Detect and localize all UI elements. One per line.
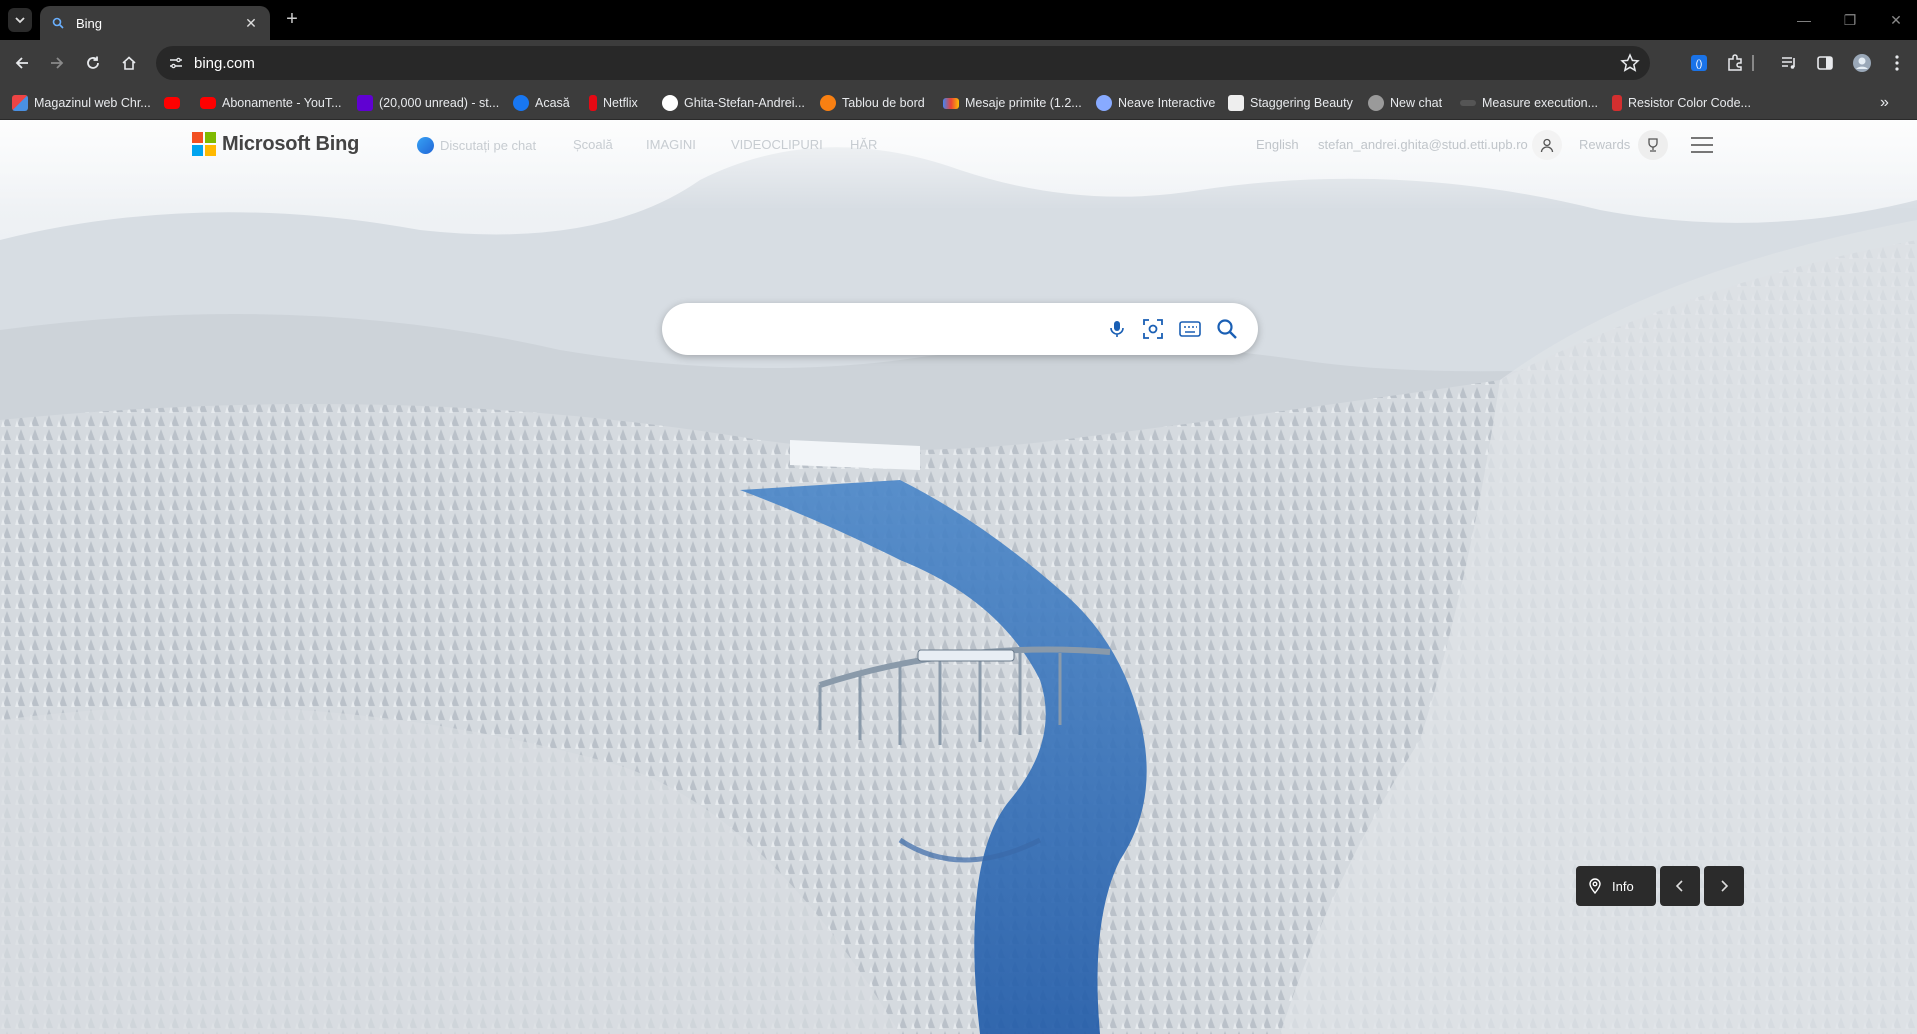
media-controls-icon[interactable] [1778, 52, 1800, 74]
browser-toolbar: bing.com () [0, 40, 1917, 86]
bookmark-item[interactable] [164, 94, 186, 112]
search-icon [50, 15, 66, 31]
bookmark-item[interactable]: Tablou de bord [820, 94, 925, 112]
nav-school[interactable]: Școală [573, 137, 613, 152]
bookmark-item[interactable]: New chat [1368, 94, 1442, 112]
extension-translate-icon[interactable]: () [1688, 52, 1710, 74]
github-icon [662, 95, 678, 111]
tab-strip: Bing ✕ + — ❐ ✕ [0, 0, 1917, 40]
tab-title: Bing [76, 15, 103, 31]
bookmark-item[interactable]: Netflix [589, 94, 638, 112]
location-pin-icon [1589, 878, 1601, 894]
reload-button[interactable] [81, 51, 105, 75]
chrome-web-store-icon [12, 95, 28, 111]
browser-menu-icon[interactable] [1886, 52, 1908, 74]
reload-icon [87, 56, 99, 69]
chevron-down-icon [15, 17, 25, 24]
arrow-right-icon [51, 57, 64, 69]
close-window-button[interactable]: ✕ [1876, 8, 1916, 32]
forward-button[interactable] [45, 51, 69, 75]
netflix-icon [589, 95, 597, 111]
bookmark-item[interactable]: Magazinul web Chr... [12, 94, 151, 112]
microphone-icon[interactable] [1104, 316, 1130, 342]
bookmarks-bar: Magazinul web Chr... Abonamente - YouT..… [0, 86, 1917, 120]
hamburger-menu-icon[interactable] [1691, 137, 1713, 153]
minimize-button[interactable]: — [1784, 8, 1824, 32]
logo-text: Microsoft Bing [222, 132, 360, 155]
nav-images[interactable]: IMAGINI [646, 137, 696, 152]
bookmark-item[interactable]: Staggering Beauty [1228, 94, 1353, 112]
staggering-beauty-icon [1228, 95, 1244, 111]
search-input[interactable] [684, 315, 1084, 343]
chevron-left-icon [1675, 880, 1683, 892]
profile-avatar[interactable] [1851, 52, 1873, 74]
arrow-left-icon [15, 57, 28, 69]
bookmark-item[interactable]: (20,000 unread) - st... [357, 94, 499, 112]
keyboard-icon[interactable] [1177, 316, 1203, 342]
previous-image-button[interactable] [1660, 866, 1700, 906]
moodle-icon [820, 95, 836, 111]
new-tab-button[interactable]: + [282, 9, 302, 30]
neave-icon [1096, 95, 1112, 111]
page-icon [1460, 100, 1476, 106]
more-bookmarks-button[interactable]: » [1880, 94, 1889, 112]
home-icon [122, 56, 136, 70]
user-icon [1540, 138, 1554, 153]
account-email[interactable]: stefan_andrei.ghita@stud.etti.upb.ro [1318, 137, 1528, 152]
side-panel-icon[interactable] [1814, 52, 1836, 74]
language-link[interactable]: English [1256, 137, 1299, 152]
back-button[interactable] [10, 51, 34, 75]
youtube-icon [200, 97, 216, 109]
image-info-button[interactable]: Info [1576, 866, 1656, 906]
bookmark-star-icon[interactable] [1620, 53, 1640, 73]
facebook-icon [513, 95, 529, 111]
extensions-puzzle-icon[interactable] [1724, 52, 1746, 74]
resistor-icon [1612, 95, 1622, 111]
bing-homepage: Microsoft Bing Discutați pe chat Școală … [0, 120, 1917, 1034]
bookmark-item[interactable]: Measure execution... [1460, 94, 1598, 112]
visual-search-icon[interactable] [1140, 316, 1166, 342]
restore-button[interactable]: ❐ [1830, 8, 1870, 32]
bing-logo[interactable]: Microsoft Bing [192, 132, 359, 156]
nav-more[interactable]: HĂR [850, 137, 877, 152]
bookmark-item[interactable]: Acasă [513, 94, 570, 112]
account-avatar[interactable] [1532, 130, 1562, 160]
search-icon[interactable] [1214, 316, 1240, 342]
nav-chat[interactable]: Discutați pe chat [417, 137, 536, 154]
bookmark-item[interactable]: Resistor Color Code... [1612, 94, 1751, 112]
search-box[interactable] [662, 303, 1258, 355]
openai-icon [1368, 95, 1384, 111]
tab-bing[interactable]: Bing ✕ [40, 6, 270, 40]
url-text: bing.com [194, 55, 255, 72]
svg-text:(): () [1696, 59, 1703, 70]
youtube-icon [164, 97, 180, 109]
copilot-chat-icon [417, 137, 434, 154]
close-tab-icon[interactable]: ✕ [242, 14, 260, 32]
rewards-trophy-icon[interactable] [1638, 130, 1668, 160]
toolbar-divider [1752, 55, 1754, 71]
home-button[interactable] [117, 51, 141, 75]
bookmark-item[interactable]: Neave Interactive [1096, 94, 1215, 112]
rewards-label[interactable]: Rewards [1579, 137, 1630, 152]
nav-videos[interactable]: VIDEOCLIPURI [731, 137, 823, 152]
address-bar[interactable]: bing.com [156, 46, 1650, 80]
bookmark-item[interactable]: Ghita-Stefan-Andrei... [662, 94, 805, 112]
yahoo-mail-icon [357, 95, 373, 111]
bookmark-item[interactable]: Abonamente - YouT... [200, 94, 342, 112]
site-info-icon[interactable] [168, 55, 184, 71]
gmail-icon [943, 97, 959, 109]
next-image-button[interactable] [1704, 866, 1744, 906]
microsoft-logo-icon [192, 132, 216, 156]
bookmark-item[interactable]: Mesaje primite (1.2... [943, 94, 1082, 112]
tab-search-button[interactable] [8, 8, 32, 32]
chevron-right-icon [1721, 880, 1729, 892]
